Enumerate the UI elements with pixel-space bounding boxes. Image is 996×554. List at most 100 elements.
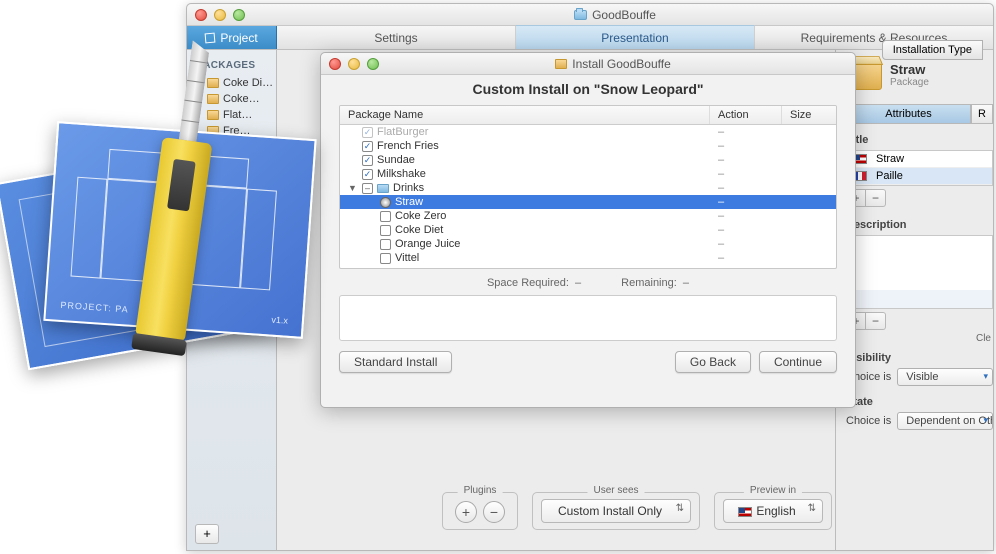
locale-row[interactable]: Straw bbox=[847, 151, 992, 168]
visibility-field: Choice is Visible bbox=[846, 368, 993, 386]
close-icon[interactable] bbox=[329, 58, 341, 70]
state-field: Choice is Dependent on Oth bbox=[846, 412, 993, 430]
table-row[interactable]: Sundae– bbox=[340, 153, 836, 167]
package-name: Coke Zero bbox=[395, 210, 446, 222]
add-plugin-button[interactable]: + bbox=[455, 501, 477, 523]
package-icon bbox=[207, 94, 219, 104]
continue-button[interactable]: Continue bbox=[759, 351, 837, 373]
add-package-button[interactable]: + bbox=[195, 524, 219, 544]
checkbox[interactable] bbox=[380, 239, 391, 250]
locale-row[interactable]: Paille bbox=[847, 168, 992, 185]
minimize-icon[interactable] bbox=[348, 58, 360, 70]
checkbox[interactable] bbox=[362, 141, 373, 152]
window-title: GoodBouffe bbox=[245, 8, 985, 22]
package-icon bbox=[207, 110, 219, 120]
sidebar-footer: + bbox=[195, 524, 219, 544]
sidebar-item[interactable]: Coke… bbox=[187, 91, 276, 107]
action-cell: – bbox=[710, 196, 782, 208]
action-cell: – bbox=[710, 126, 782, 138]
checkbox[interactable] bbox=[362, 169, 373, 180]
tab-r[interactable]: R bbox=[971, 104, 993, 124]
remove-desc-button[interactable]: − bbox=[866, 312, 886, 330]
package-name: Drinks bbox=[393, 182, 424, 194]
sidebar-item[interactable]: Fre… bbox=[187, 123, 276, 139]
disclosure-icon[interactable]: ▼ bbox=[348, 183, 358, 193]
visibility-popup[interactable]: Visible bbox=[897, 368, 993, 386]
installer-heading: Custom Install on "Snow Leopard" bbox=[339, 81, 837, 97]
zoom-icon[interactable] bbox=[367, 58, 379, 70]
main-titlebar[interactable]: GoodBouffe bbox=[187, 4, 993, 26]
packages-sidebar: PACKAGES Coke Di… Coke… Flat… Fre… bbox=[187, 50, 277, 550]
action-cell: – bbox=[710, 238, 782, 250]
tab-project[interactable]: Project bbox=[187, 26, 277, 49]
inspector-subtitle: Package bbox=[890, 77, 929, 88]
table-row[interactable]: ▼Drinks– bbox=[340, 181, 836, 195]
tab-settings[interactable]: Settings bbox=[277, 26, 516, 49]
package-name: Orange Juice bbox=[395, 238, 460, 250]
column-action[interactable]: Action bbox=[710, 106, 782, 124]
table-row[interactable]: FlatBurger– bbox=[340, 125, 836, 139]
column-name[interactable]: Package Name bbox=[340, 106, 710, 124]
gear-icon bbox=[380, 197, 391, 208]
go-back-button[interactable]: Go Back bbox=[675, 351, 751, 373]
package-icon bbox=[207, 78, 219, 88]
installer-title: Install GoodBouffe bbox=[379, 57, 847, 71]
flag-us-icon bbox=[738, 507, 752, 517]
usersees-label: User sees bbox=[587, 485, 644, 496]
table-row[interactable]: Coke Diet– bbox=[340, 223, 836, 237]
inspector-tabs: Attributes R bbox=[846, 104, 993, 124]
package-name: Straw bbox=[395, 196, 423, 208]
installer-titlebar[interactable]: Install GoodBouffe bbox=[321, 53, 855, 75]
table-row[interactable]: Coke Zero– bbox=[340, 209, 836, 223]
table-row[interactable]: Milkshake– bbox=[340, 167, 836, 181]
package-icon bbox=[555, 59, 567, 69]
minimize-icon[interactable] bbox=[214, 9, 226, 21]
checkbox[interactable] bbox=[380, 211, 391, 222]
visibility-section-label: Visibility bbox=[846, 352, 993, 364]
preview-label: Preview in bbox=[744, 485, 802, 496]
zoom-icon[interactable] bbox=[233, 9, 245, 21]
column-size[interactable]: Size bbox=[782, 106, 836, 124]
tab-presentation[interactable]: Presentation bbox=[516, 25, 755, 49]
package-name: French Fries bbox=[377, 140, 439, 152]
sidebar-header: PACKAGES bbox=[187, 58, 276, 75]
installation-type-segment: Installation Type bbox=[882, 40, 983, 60]
remove-plugin-button[interactable]: − bbox=[483, 501, 505, 523]
table-row[interactable]: Vittel– bbox=[340, 251, 836, 265]
traffic-lights bbox=[329, 58, 379, 70]
package-icon bbox=[207, 126, 219, 136]
installer-window: Install GoodBouffe Custom Install on "Sn… bbox=[320, 52, 856, 408]
state-section-label: State bbox=[846, 396, 993, 408]
table-row[interactable]: Straw – bbox=[340, 195, 836, 209]
main-tabbar: Project Settings Presentation Requiremen… bbox=[187, 26, 993, 50]
description-box[interactable] bbox=[846, 235, 993, 309]
preview-popup[interactable]: English bbox=[723, 499, 823, 523]
locale-add-remove: + − bbox=[846, 189, 993, 207]
usersees-popup[interactable]: Custom Install Only bbox=[541, 499, 691, 523]
plugins-group: Plugins + − bbox=[442, 492, 518, 530]
state-popup[interactable]: Dependent on Oth bbox=[897, 412, 993, 430]
table-row[interactable]: French Fries – bbox=[340, 139, 836, 153]
sidebar-item[interactable]: Flat… bbox=[187, 107, 276, 123]
installation-type-button[interactable]: Installation Type bbox=[882, 40, 983, 60]
checkbox[interactable] bbox=[380, 253, 391, 264]
sidebar-item[interactable]: Coke Di… bbox=[187, 75, 276, 91]
clear-button[interactable]: Cle bbox=[846, 333, 993, 344]
remove-locale-button[interactable]: − bbox=[866, 189, 886, 207]
close-icon[interactable] bbox=[195, 9, 207, 21]
action-cell: – bbox=[710, 224, 782, 236]
checkbox[interactable] bbox=[380, 225, 391, 236]
title-locale-list: Straw Paille bbox=[846, 150, 993, 186]
bottom-controls: Plugins + − User sees Custom Install Onl… bbox=[442, 492, 832, 530]
blueprint-label: PROJECT: PA bbox=[60, 300, 129, 315]
action-cell: – bbox=[710, 140, 782, 152]
checkbox[interactable] bbox=[362, 155, 373, 166]
inspector-header: Straw Package bbox=[846, 60, 993, 90]
traffic-lights bbox=[195, 9, 245, 21]
table-row[interactable]: Orange Juice – bbox=[340, 237, 836, 251]
tab-attributes[interactable]: Attributes bbox=[846, 104, 971, 124]
package-name: Sundae bbox=[377, 154, 415, 166]
action-cell: – bbox=[710, 252, 782, 264]
checkbox[interactable] bbox=[362, 183, 373, 194]
standard-install-button[interactable]: Standard Install bbox=[339, 351, 452, 373]
